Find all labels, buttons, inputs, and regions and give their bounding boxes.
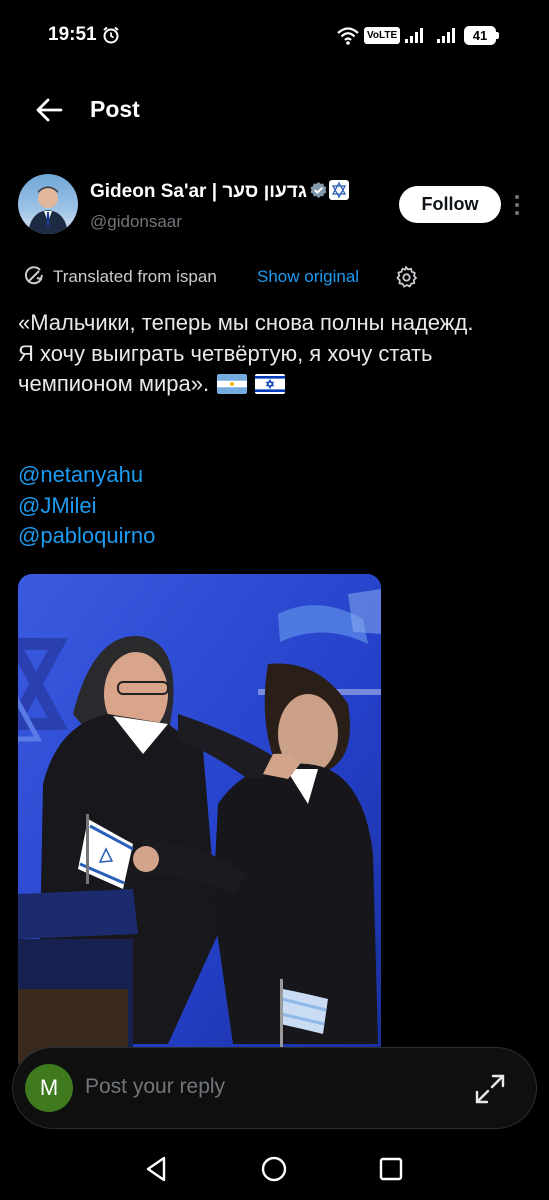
page-title: Post: [90, 96, 140, 122]
follow-button[interactable]: Follow: [399, 186, 501, 223]
post-text-line-1: «Мальчики, теперь мы снова полны надежд.: [18, 310, 474, 335]
top-header: Post: [0, 80, 549, 140]
system-nav-bar: [0, 1140, 549, 1200]
post-text-line-2: Я хочу выиграть четвёртую, я хочу стать …: [18, 339, 523, 400]
status-bar: 19:51 VoLTE 41: [0, 0, 549, 70]
mention-link[interactable]: @pabloquirno: [18, 521, 155, 552]
translated-from-label: Translated from ispan: [53, 267, 217, 286]
battery-icon: 41: [464, 26, 500, 45]
volte-badge: VoLTE: [364, 27, 401, 44]
display-name-text: Gideon Sa'ar | גדעון סער: [90, 181, 307, 202]
display-name[interactable]: Gideon Sa'ar | גדעון סער: [90, 180, 349, 203]
reply-avatar[interactable]: M: [25, 1064, 73, 1112]
post-author: Gideon Sa'ar | גדעון סער @gidonsaar Foll…: [18, 172, 533, 242]
israel-flag-icon: [255, 374, 286, 394]
show-original-link[interactable]: Show original: [257, 267, 359, 287]
signal-icon: [405, 28, 423, 43]
translation-row: Translated from ispan Show original: [24, 264, 524, 290]
reply-bar: M Post your reply: [12, 1047, 537, 1129]
verified-badge-icon: [310, 181, 327, 199]
argentina-flag-icon: [217, 374, 248, 394]
post-text: «Мальчики, теперь мы снова полны надежд.…: [18, 308, 523, 400]
avatar[interactable]: [18, 174, 78, 234]
status-time: 19:51: [48, 24, 97, 45]
translate-icon: [24, 266, 43, 285]
mentions-list: @netanyahu @JMilei @pabloquirno: [18, 460, 155, 552]
affiliate-badge-icon: [328, 180, 349, 200]
user-handle[interactable]: @gidonsaar: [90, 212, 182, 232]
wifi-icon: [337, 27, 359, 45]
more-options-icon[interactable]: [513, 194, 521, 216]
battery-level: 41: [464, 26, 496, 45]
nav-back-icon[interactable]: [142, 1154, 172, 1184]
arrow-left-icon[interactable]: [34, 95, 64, 125]
alarm-icon: [103, 26, 119, 44]
mention-link[interactable]: @JMilei: [18, 491, 155, 522]
signal-icon: [437, 28, 455, 43]
reply-input[interactable]: Post your reply: [85, 1075, 225, 1099]
post-media-image[interactable]: [18, 574, 381, 1074]
gear-icon[interactable]: [394, 265, 418, 289]
nav-home-icon[interactable]: [259, 1154, 289, 1184]
mention-link[interactable]: @netanyahu: [18, 460, 155, 491]
nav-recents-icon[interactable]: [376, 1154, 406, 1184]
expand-icon[interactable]: [473, 1072, 507, 1106]
